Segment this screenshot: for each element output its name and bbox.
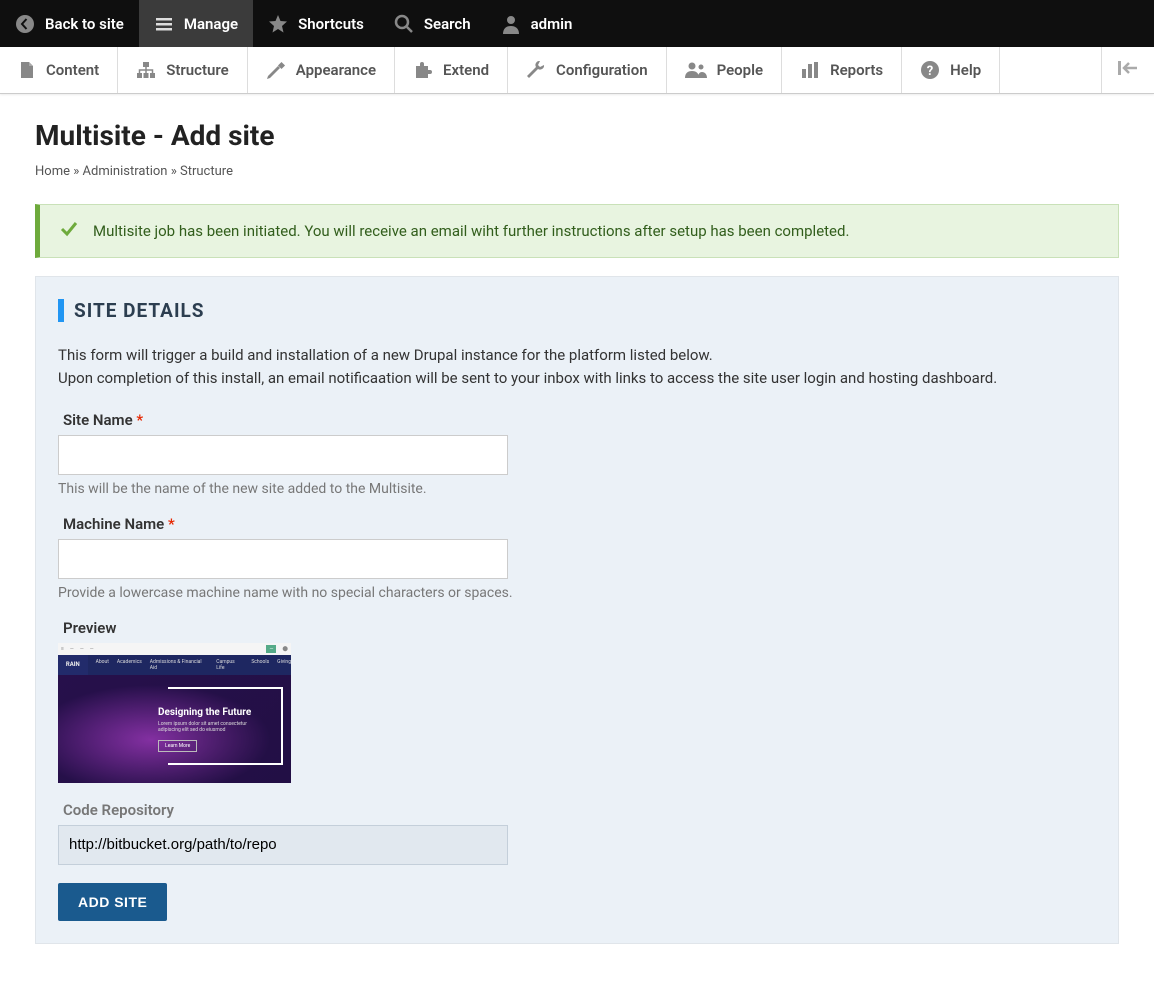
code-repo-group: Code Repository [58, 801, 1096, 865]
bar-chart-icon [800, 61, 820, 79]
status-message-text: Multisite job has been initiated. You wi… [93, 222, 849, 240]
configuration-link[interactable]: Configuration [508, 47, 667, 93]
help-link[interactable]: ? Help [902, 47, 1000, 93]
structure-icon [136, 61, 156, 79]
machine-name-label: Machine Name * [63, 515, 1096, 533]
checkmark-icon [60, 220, 78, 242]
preview-thumbnail: ≡————⬤ RAIN AboutAcademicsAdmissions & F… [58, 643, 291, 783]
site-name-help: This will be the name of the new site ad… [58, 481, 1096, 497]
site-name-group: Site Name * This will be the name of the… [58, 411, 1096, 497]
breadcrumb-structure[interactable]: Structure [180, 164, 233, 179]
hamburger-icon [154, 14, 174, 34]
required-marker: * [136, 411, 143, 429]
search-link[interactable]: Search [379, 0, 486, 47]
machine-name-input[interactable] [58, 539, 508, 579]
people-label: People [717, 61, 764, 79]
content-link[interactable]: Content [0, 47, 118, 93]
extend-link[interactable]: Extend [395, 47, 508, 93]
manage-label: Manage [184, 15, 238, 33]
magnifier-icon [394, 14, 414, 34]
breadcrumb-administration[interactable]: Administration [83, 164, 168, 179]
appearance-link[interactable]: Appearance [248, 47, 395, 93]
breadcrumb-home[interactable]: Home [35, 164, 70, 179]
breadcrumb: Home » Administration » Structure [35, 164, 1119, 179]
panel-description: This form will trigger a build and insta… [58, 344, 1096, 391]
wrench-icon [526, 61, 546, 79]
shortcuts-label: Shortcuts [298, 15, 364, 33]
appearance-icon [266, 61, 286, 79]
status-message-success: Multisite job has been initiated. You wi… [35, 204, 1119, 258]
preview-label: Preview [63, 619, 1096, 637]
preview-group: Preview ≡————⬤ RAIN AboutAcademicsAdmiss… [58, 619, 1096, 783]
content-area: Multisite - Add site Home » Administrati… [0, 94, 1154, 969]
help-label: Help [950, 61, 981, 79]
configuration-label: Configuration [556, 61, 648, 79]
star-icon [268, 14, 288, 34]
code-repo-label: Code Repository [63, 801, 1096, 819]
panel-heading: SITE DETAILS [58, 299, 1096, 322]
people-icon [685, 61, 707, 79]
site-name-input[interactable] [58, 435, 508, 475]
back-arrow-icon [15, 14, 35, 34]
user-icon [501, 14, 521, 34]
structure-label: Structure [166, 61, 229, 79]
reports-label: Reports [830, 61, 883, 79]
required-marker: * [168, 515, 175, 533]
add-site-button[interactable]: ADD SITE [58, 883, 167, 921]
machine-name-group: Machine Name * Provide a lowercase machi… [58, 515, 1096, 601]
page-title: Multisite - Add site [35, 119, 1119, 152]
svg-text:?: ? [927, 64, 933, 79]
back-to-site-link[interactable]: Back to site [0, 0, 139, 47]
appearance-label: Appearance [296, 61, 376, 79]
user-link[interactable]: admin [486, 0, 588, 47]
puzzle-icon [413, 61, 433, 79]
back-to-site-label: Back to site [45, 15, 124, 33]
extend-label: Extend [443, 61, 489, 79]
document-icon [18, 61, 36, 79]
search-label: Search [424, 15, 471, 33]
manage-link[interactable]: Manage [139, 0, 253, 47]
structure-link[interactable]: Structure [118, 47, 248, 93]
user-label: admin [531, 15, 573, 33]
site-name-label: Site Name * [63, 411, 1096, 429]
toolbar-admin: Content Structure Appearance Extend Conf… [0, 47, 1154, 94]
question-icon: ? [920, 60, 940, 80]
code-repo-input [58, 825, 508, 865]
toolbar-top: Back to site Manage Shortcuts Search adm… [0, 0, 1154, 47]
content-label: Content [46, 61, 99, 79]
toolbar-collapse-button[interactable] [1101, 47, 1154, 93]
reports-link[interactable]: Reports [782, 47, 902, 93]
people-link[interactable]: People [667, 47, 783, 93]
shortcuts-link[interactable]: Shortcuts [253, 0, 379, 47]
site-details-panel: SITE DETAILS This form will trigger a bu… [35, 276, 1119, 944]
machine-name-help: Provide a lowercase machine name with no… [58, 585, 1096, 601]
collapse-icon [1117, 59, 1139, 81]
